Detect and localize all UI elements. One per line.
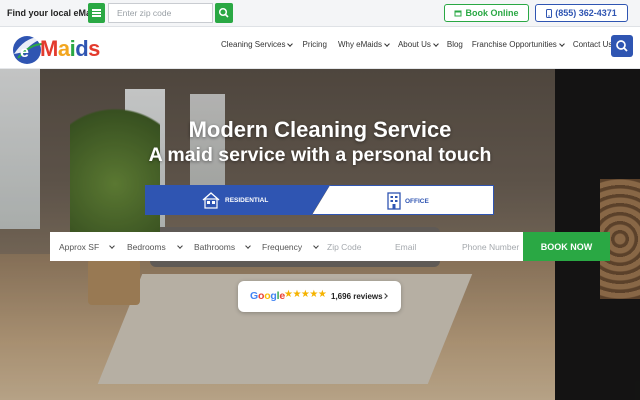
chevron-down-icon [558,40,565,47]
tab-office[interactable]: OFFICE [312,185,494,215]
search-icon [616,40,628,52]
hero-title: Modern Cleaning Service [188,117,452,142]
chevron-down-icon [433,40,439,47]
nav-contact-us[interactable]: Contact Us [573,40,613,49]
emaids-logo[interactable]: e Maids [10,32,115,64]
book-now-button[interactable]: BOOK NOW [523,232,610,261]
office-building-icon [387,192,401,210]
zip-search-input[interactable] [108,3,213,23]
phone-button[interactable]: (855) 362-4371 [535,4,628,22]
phone-number: (855) 362-4371 [555,8,617,18]
tab-residential[interactable]: RESIDENTIAL [145,185,330,215]
zip-search-button[interactable] [215,3,233,23]
nav-pricing[interactable]: Pricing [302,40,326,49]
chevron-right-icon [382,293,388,299]
review-count: 1,696 reviews [331,292,383,301]
star-rating: ★★★★★ [284,289,327,300]
frequency-select[interactable]: Frequency [262,232,322,261]
book-online-label: Book Online [465,8,519,18]
email-field[interactable]: Email [395,232,455,261]
nav-blog[interactable]: Blog [447,40,463,49]
menu-icon-bar [92,15,101,17]
zip-code-field[interactable]: Zip Code [327,232,387,261]
menu-icon-bar [92,12,101,14]
nav-cleaning-services[interactable]: Cleaning Services [221,40,294,49]
menu-icon [92,9,101,11]
chevron-down-icon [177,242,183,249]
book-online-button[interactable]: Book Online [444,4,529,22]
house-icon [202,192,220,209]
nav-label: Contact Us [572,40,613,49]
nav-label: Cleaning Services [221,40,286,49]
tab-office-label: OFFICE [405,198,429,205]
locations-menu-button[interactable] [88,3,105,23]
approx-sf-select[interactable]: Approx SF [59,232,119,261]
nav-label: Why eMaids [337,40,382,49]
nav-search-button[interactable] [611,35,633,57]
google-reviews-badge[interactable]: Google ★★★★★ 1,696 reviews [238,281,401,312]
chevron-down-icon [384,40,390,47]
approx-sf-label: Approx SF [59,241,100,252]
frequency-label: Frequency [262,241,303,252]
calendar-icon [454,10,462,17]
nav-label: Blog [446,40,463,49]
logo-text: Maids [40,36,100,61]
nav-label: Pricing [302,40,327,49]
google-logo: Google [250,290,285,302]
phone-number-field[interactable]: Phone Number [462,232,524,261]
chevron-down-icon [109,242,115,249]
hero-section: Modern Cleaning Service A maid service w… [0,69,640,400]
logo-letter: e [20,44,29,61]
nav-links: Cleaning Services Pricing Why eMaids Abo… [221,40,612,49]
nav-about-us[interactable]: About Us [397,40,439,49]
nav-why-emaids[interactable]: Why eMaids [337,40,390,49]
main-nav: e Maids Cleaning Services Pricing Why eM… [0,27,640,69]
bedrooms-select[interactable]: Bedrooms [127,232,187,261]
service-type-tabs: RESIDENTIAL OFFICE [145,185,494,215]
logo-text-m: M [40,36,58,61]
nav-label: Franchise Opportunities [471,40,557,49]
chevron-down-icon [313,242,319,249]
top-bar: Find your local eMaids Book Online (855)… [0,0,640,27]
booking-form: Approx SF Bedrooms Bathrooms Frequency Z… [50,232,610,261]
hero-subtitle: A maid service with a personal touch [148,144,492,166]
phone-icon [546,8,553,18]
bedrooms-label: Bedrooms [127,241,166,252]
tab-residential-label: RESIDENTIAL [225,197,269,204]
bathrooms-label: Bathrooms [194,241,236,252]
search-icon [218,7,229,18]
nav-franchise-opportunities[interactable]: Franchise Opportunities [471,40,565,49]
nav-label: About Us [397,40,431,49]
chevron-down-icon [287,40,294,47]
chevron-down-icon [245,242,251,249]
bathrooms-select[interactable]: Bathrooms [194,232,254,261]
